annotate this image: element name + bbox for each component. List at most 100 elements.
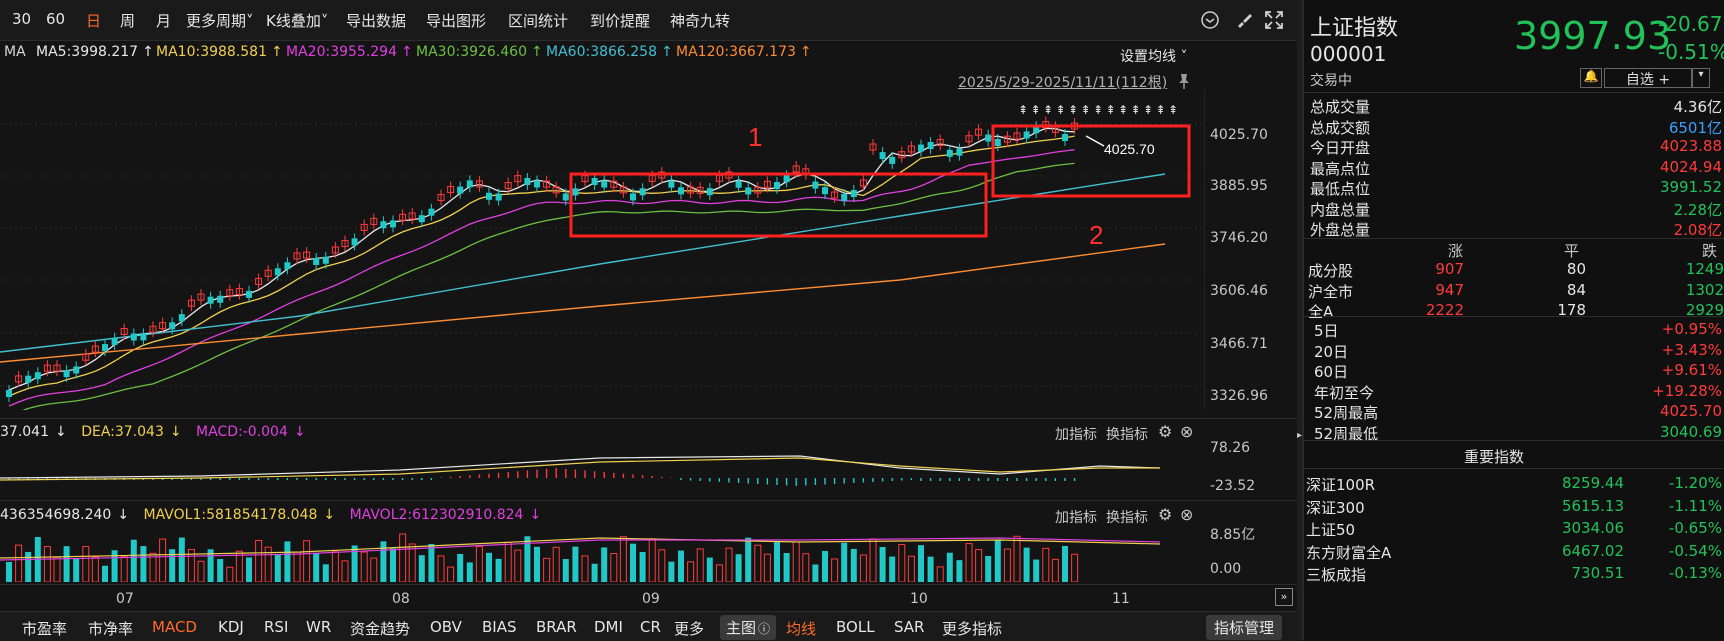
period-week-button[interactable]: 周 [120,10,135,31]
indicator-brar[interactable]: BRAR [536,618,577,636]
volume-bar-down [562,558,569,582]
watchlist-label: 自选 [1625,72,1654,88]
indicator-more[interactable]: 更多 [674,618,704,639]
volume-bar-up [619,536,627,582]
period-30min-button[interactable]: 30 [12,10,31,28]
expand-icon[interactable]: » [1275,588,1293,606]
date-range-info: 2025/5/29-2025/11/11(112根) [958,75,1168,91]
gear-icon[interactable]: ⚙ [1158,505,1172,524]
macd-value: MACD:-0.004 [196,424,288,440]
add-watchlist-button[interactable]: 自选 + [1604,68,1692,88]
indicator-kdj[interactable]: KDJ [218,618,244,636]
high-price-marker: 4025.70 [1104,141,1155,157]
volume-bar-up [859,554,867,582]
volume-bar-up [1051,558,1059,582]
candle-down [486,192,492,200]
volume-bar-up [504,541,512,582]
kline-chart[interactable]: 1 2 4025.70 ⇞ ⇞ ⇞ ⇞ ⇞ ⇞ ⇞ ⇞ ⇞ ⇞ ⇞ ⇞ ⇞ [0,90,1205,410]
pin-icon[interactable] [1176,72,1192,90]
gear-icon[interactable]: ⚙ [1158,422,1172,441]
period-60min-button[interactable]: 60 [46,10,65,28]
more-periods-label: 更多周期 [186,12,247,30]
overlay-boll[interactable]: BOLL [836,618,875,636]
magic-nine-button[interactable]: 神奇九转 [670,10,730,31]
volume-bar-down [668,561,675,582]
candle-down [918,144,924,152]
period-month-button[interactable]: 月 [156,10,171,31]
volume-bar-up [91,556,99,582]
volume-bar-down [774,541,780,582]
period-label: 5日 [1314,322,1339,340]
candle-down [111,337,118,345]
ma5-line [8,127,1075,391]
candle-down [207,296,214,304]
indicator-pb[interactable]: 市净率 [88,618,133,639]
price-tick: 4025.70 [1210,127,1268,143]
volume-bar-down [178,537,185,582]
volume-bar-up [802,553,810,582]
ma5-value: MA5:3998.217 ↑ [36,44,154,60]
indicator-dmi[interactable]: DMI [594,618,623,636]
ma20-value: MA20:3955.294 ↑ [286,44,413,60]
export-data-button[interactable]: 导出数据 [346,10,406,31]
volume-bar-down [140,546,147,582]
period-value: +3.43% [1661,340,1722,359]
indicator-fund-trend[interactable]: 资金趋势 [350,618,410,639]
stat-label: 外盘总量 [1310,221,1371,239]
switch-indicator-button[interactable]: 换指标 [1106,507,1148,527]
indicator-cr[interactable]: CR [640,618,661,636]
volume-bar-down [428,544,435,582]
indicator-wr[interactable]: WR [306,618,331,636]
overlay-sar[interactable]: SAR [894,618,924,636]
indicator-obv[interactable]: OBV [430,618,462,636]
volume-bar-down [322,564,329,582]
volume-bar-up [869,538,877,582]
macd-chart [0,455,1161,486]
volume-bar-down [486,552,492,582]
indicator-pe[interactable]: 市盈率 [22,618,67,639]
close-icon[interactable]: ⊗ [1180,422,1193,441]
divider [1304,92,1724,93]
main-chart-button[interactable]: 主图 ⓘ [720,615,777,640]
main-chart-label: 主图 [726,619,757,637]
period-label: 52周最高 [1314,404,1379,422]
set-ma-dropdown[interactable]: 设置均线 ˅ [1120,46,1187,66]
nine-turn-marker: ⇞ [1131,103,1141,117]
indicator-macd[interactable]: MACD [152,618,197,636]
add-indicator-button[interactable]: 加指标 [1055,507,1097,527]
volume-bar-down [678,550,684,582]
month-label: 09 [642,591,660,607]
export-chart-button[interactable]: 导出图形 [426,10,486,31]
kline-overlay-dropdown[interactable]: K线叠加˅ [266,10,328,31]
more-periods-dropdown[interactable]: 更多周期˅ [186,10,254,31]
indicator-rsi[interactable]: RSI [264,618,288,636]
period-day-button[interactable]: 日 [86,10,101,31]
kline-overlay-label: K线叠加 [266,12,321,30]
month-label: 10 [910,591,928,607]
overlay-ma[interactable]: 均线 [786,618,816,639]
bell-icon[interactable]: 🔔 [1580,68,1602,88]
macd-legend: 37.041 ↓ DEA:37.043 ↓ MACD:-0.004 ↓ [0,424,306,440]
volume-bar-up [82,546,90,582]
breadth-row-label: 成分股 [1308,262,1354,280]
period-value: +9.61% [1661,361,1722,379]
volume-bar-up [255,539,263,582]
candle-down [601,180,608,188]
stat-value: 3991.52 [1659,178,1722,196]
indicator-manage-button[interactable]: 指标管理 [1206,615,1283,640]
divider [0,500,1300,501]
indicator-bias[interactable]: BIAS [482,618,517,636]
dropdown-icon[interactable]: ▾ [1692,68,1710,88]
volume-bar-down [783,552,790,582]
overlay-more[interactable]: 更多指标 [942,618,1002,639]
price-alert-button[interactable]: 到价提醒 [590,10,650,31]
fullscreen-icon[interactable] [1264,10,1284,30]
close-icon[interactable]: ⊗ [1180,505,1193,524]
month-label: 07 [116,591,134,607]
volume-legend: 436354698.240 ↓ MAVOL1:581854178.048 ↓ MAV… [0,507,542,523]
nine-turn-marker: ⇞ [1018,103,1028,117]
brush-icon[interactable] [1234,10,1254,30]
clock-icon[interactable] [1200,10,1220,30]
period-label: 60日 [1314,363,1349,381]
range-stats-button[interactable]: 区间统计 [508,10,568,31]
